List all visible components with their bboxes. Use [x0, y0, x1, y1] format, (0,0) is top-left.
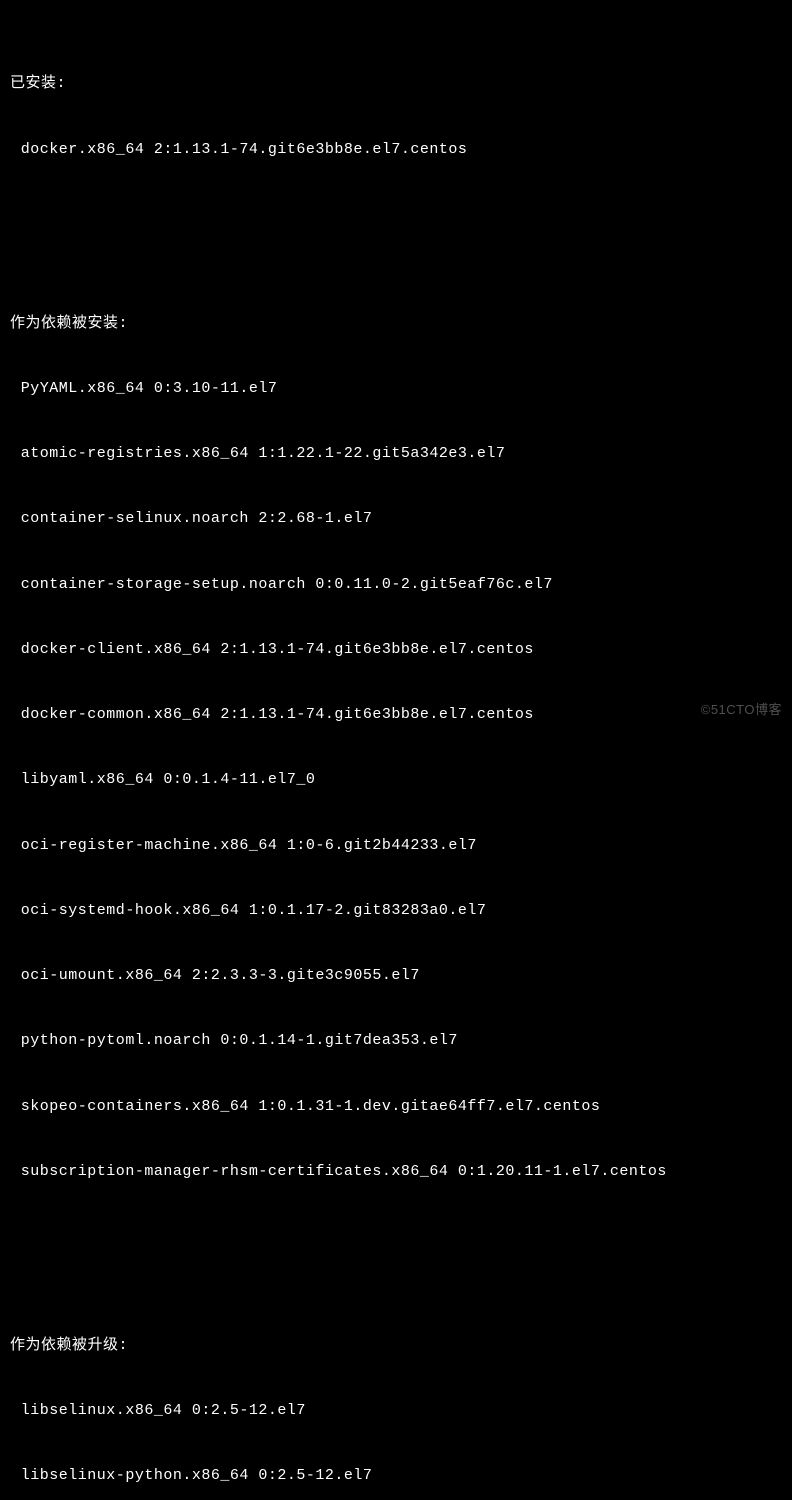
- package-line: python-pytoml.noarch 0:0.1.14-1.git7dea3…: [10, 1030, 782, 1052]
- blank-line: [10, 1248, 782, 1270]
- package-line: docker-common.x86_64 2:1.13.1-74.git6e3b…: [10, 704, 782, 726]
- package-line: subscription-manager-rhsm-certificates.x…: [10, 1161, 782, 1183]
- blank-line: [10, 226, 782, 248]
- package-line: PyYAML.x86_64 0:3.10-11.el7: [10, 378, 782, 400]
- package-line: libselinux-python.x86_64 0:2.5-12.el7: [10, 1465, 782, 1487]
- package-line: atomic-registries.x86_64 1:1.22.1-22.git…: [10, 443, 782, 465]
- section-header-deps-installed: 作为依赖被安装:: [10, 313, 782, 335]
- package-line: oci-register-machine.x86_64 1:0-6.git2b4…: [10, 835, 782, 857]
- section-header-deps-upgraded: 作为依赖被升级:: [10, 1335, 782, 1357]
- package-line: libselinux.x86_64 0:2.5-12.el7: [10, 1400, 782, 1422]
- watermark: ©51CTO博客: [701, 701, 782, 720]
- package-line: container-selinux.noarch 2:2.68-1.el7: [10, 508, 782, 530]
- section-header-installed: 已安装:: [10, 73, 782, 95]
- package-line: docker-client.x86_64 2:1.13.1-74.git6e3b…: [10, 639, 782, 661]
- terminal-output[interactable]: 已安装: docker.x86_64 2:1.13.1-74.git6e3bb8…: [10, 8, 782, 1500]
- package-line: skopeo-containers.x86_64 1:0.1.31-1.dev.…: [10, 1096, 782, 1118]
- package-line: libyaml.x86_64 0:0.1.4-11.el7_0: [10, 769, 782, 791]
- package-line: docker.x86_64 2:1.13.1-74.git6e3bb8e.el7…: [10, 139, 782, 161]
- package-line: oci-umount.x86_64 2:2.3.3-3.gite3c9055.e…: [10, 965, 782, 987]
- package-line: oci-systemd-hook.x86_64 1:0.1.17-2.git83…: [10, 900, 782, 922]
- package-line: container-storage-setup.noarch 0:0.11.0-…: [10, 574, 782, 596]
